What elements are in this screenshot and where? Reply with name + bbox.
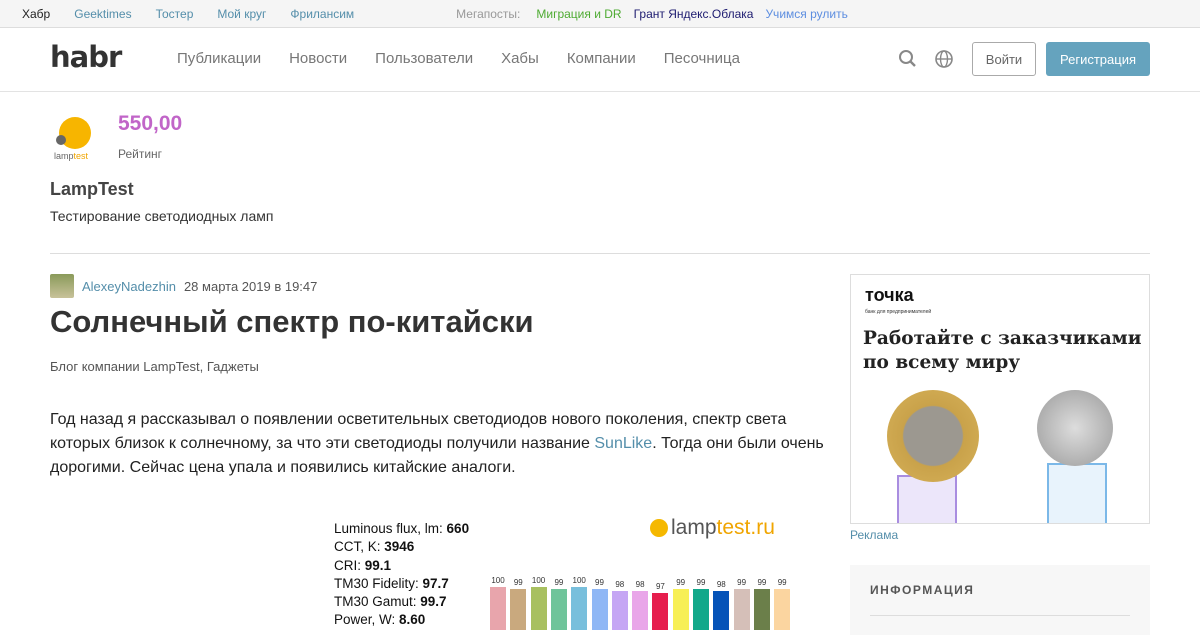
company-logo[interactable]: lamptest [50, 110, 98, 167]
bar-value-label: 99 [554, 578, 564, 587]
lamp-stats: Luminous flux, lm: 660 CCT, K: 3946 CRI: 9… [334, 520, 469, 630]
header: habr Публикации Новости Пользователи Хаб… [0, 28, 1200, 92]
lamptest-logo: lamp test.ru [650, 516, 775, 540]
fidelity-bar [733, 589, 750, 630]
ad-tagline: банк для предпринимателей [865, 309, 932, 315]
company-description: Тестирование светодиодных ламп [50, 208, 274, 224]
pound-coin-image [887, 390, 979, 482]
bar-value-label: 98 [615, 580, 625, 589]
bar-value-label: 99 [737, 578, 747, 587]
ad-figure-illustration [897, 475, 957, 523]
bar-value-label: 100 [491, 576, 505, 585]
info-panel: ИНФОРМАЦИЯ [850, 565, 1150, 635]
svg-text:lamptest: lamptest [54, 151, 89, 161]
stat-row: TM30 Gamut: 99.7 [334, 594, 447, 610]
main-nav: Публикации Новости Пользователи Хабы Ком… [177, 50, 768, 67]
stat-row: TM30 Fidelity: 97.7 [334, 575, 449, 591]
fidelity-bar [510, 589, 527, 630]
nav-hubs[interactable]: Хабы [501, 50, 539, 67]
ruble-coin-image [1037, 390, 1113, 466]
bar-value-label: 100 [572, 576, 586, 585]
post-meta: AlexeyNadezhin 28 марта 2019 в 19:47 [50, 274, 317, 298]
fidelity-bar [632, 591, 649, 630]
search-icon[interactable] [898, 49, 918, 69]
megapost-link[interactable]: Грант Яндекс.Облака [634, 7, 754, 21]
ad-headline: Работайте с заказчиками по всему миру [863, 328, 1142, 373]
ad-label[interactable]: Реклама [850, 528, 898, 542]
nav-publications[interactable]: Публикации [177, 50, 261, 67]
ad-brand: точка [865, 285, 914, 305]
fidelity-bar [774, 589, 791, 630]
bar-value-label: 99 [513, 578, 523, 587]
fidelity-bar [530, 587, 547, 630]
spectrum-figure: Luminous flux, lm: 660 CCT, K: 3946 CRI: 9… [320, 510, 800, 630]
bar-value-label: 99 [696, 578, 706, 587]
stat-row: Luminous flux, lm: 660 [334, 521, 470, 536]
nav-news[interactable]: Новости [289, 50, 347, 67]
stat-row: Power, W: 8.60 [334, 612, 426, 628]
globe-icon[interactable] [934, 49, 954, 69]
author-avatar[interactable] [50, 274, 74, 298]
fidelity-bar [753, 589, 770, 630]
register-button[interactable]: Регистрация [1046, 42, 1150, 76]
divider [50, 253, 1150, 254]
megaposts-label: Мегапосты: [456, 6, 521, 21]
fidelity-bar [672, 589, 689, 630]
company-rating: 550,00 [118, 112, 183, 135]
bar-value-label: 99 [757, 578, 767, 587]
habr-logo[interactable]: habr [50, 40, 122, 74]
bar-value-label: 99 [595, 578, 604, 587]
bar-value-label: 99 [777, 578, 787, 587]
nav-sandbox[interactable]: Песочница [664, 50, 740, 67]
nav-users[interactable]: Пользователи [375, 50, 473, 67]
topbar-link-geektimes[interactable]: Geektimes [74, 7, 131, 21]
topbar-link-toster[interactable]: Тостер [156, 7, 194, 21]
rating-label: Рейтинг [118, 147, 163, 161]
fidelity-bar [611, 591, 628, 630]
fidelity-bar [591, 589, 608, 630]
fidelity-bar [693, 589, 709, 630]
fidelity-bar [652, 593, 669, 630]
bar-value-label: 99 [676, 578, 686, 587]
fidelity-bar [571, 587, 588, 630]
sunlike-link[interactable]: SunLike [594, 435, 652, 452]
fidelity-bar [490, 587, 506, 630]
top-bar: Хабр Geektimes Тостер Мой круг Фрилансим… [0, 0, 1200, 28]
bar-value-label: 97 [655, 582, 665, 591]
topbar-link-moikrug[interactable]: Мой круг [217, 7, 266, 21]
post-date: 28 марта 2019 в 19:47 [183, 278, 318, 294]
ad-figure-illustration [1047, 463, 1107, 523]
stat-row: CRI: 99.1 [334, 557, 392, 573]
post-hubs[interactable]: Блог компании LampTest, Гаджеты [50, 359, 259, 374]
stat-row: CCT, K: 3946 [334, 539, 415, 555]
bar-value-label: 100 [531, 576, 546, 585]
login-button[interactable]: Войти [972, 42, 1036, 76]
author-link[interactable]: AlexeyNadezhin [82, 279, 176, 294]
fidelity-bar [713, 591, 730, 630]
megapost-link[interactable]: Миграция и DR [536, 7, 621, 21]
fidelity-bar [550, 589, 567, 630]
ad-banner[interactable]: точка банк для предпринимателей Работайт… [850, 274, 1150, 524]
megapost-link[interactable]: Учимся рулить [765, 7, 847, 21]
divider [870, 615, 1130, 616]
nav-companies[interactable]: Компании [567, 50, 636, 67]
post-body: Год назад я рассказывал о появлении осве… [50, 408, 830, 480]
bar-value-label: 98 [716, 580, 726, 589]
topbar-link-habr[interactable]: Хабр [22, 7, 50, 21]
post-title[interactable]: Солнечный спектр по-китайски [50, 304, 534, 340]
topbar-link-freelansim[interactable]: Фрилансим [290, 7, 354, 21]
info-title: ИНФОРМАЦИЯ [870, 583, 975, 597]
bar-value-label: 98 [635, 580, 645, 589]
company-name[interactable]: LampTest [50, 179, 134, 200]
